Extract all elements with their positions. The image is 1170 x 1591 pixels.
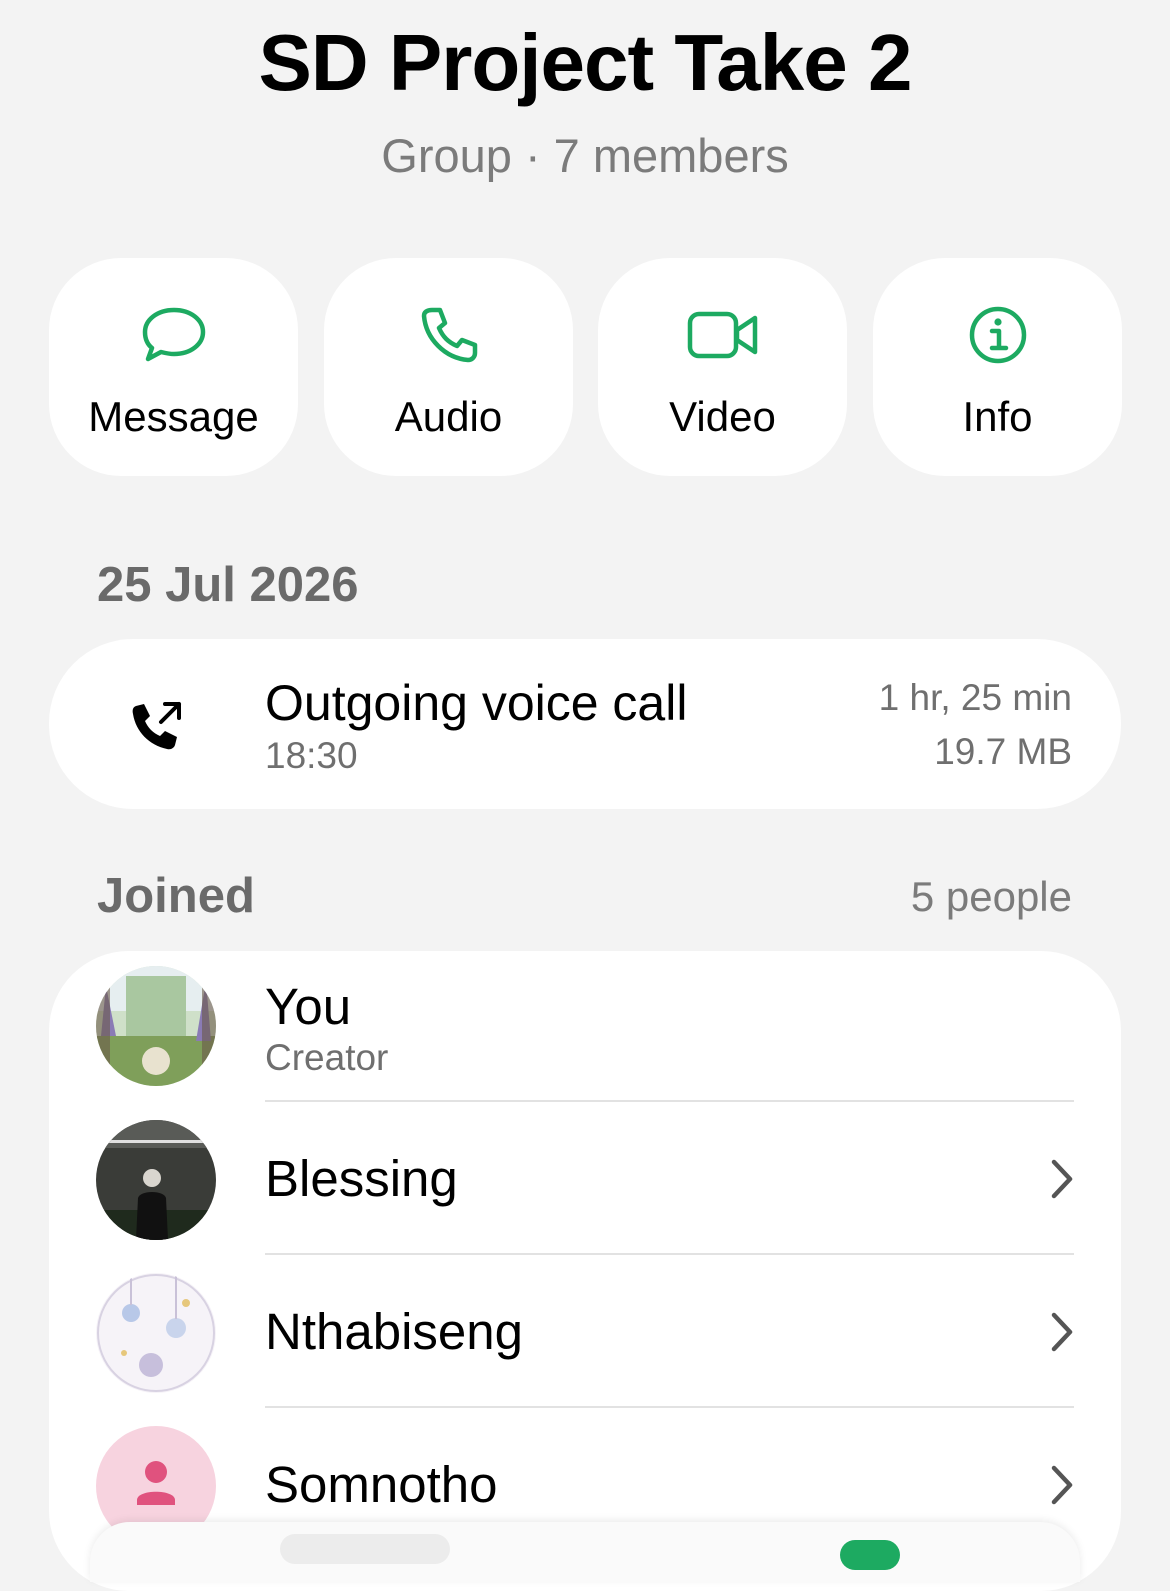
member-role: Creator: [265, 1037, 389, 1078]
group-member-count: Group · 7 members: [381, 129, 789, 182]
audio-button-label: Audio: [394, 393, 503, 440]
call-time: 18:30: [265, 735, 358, 776]
call-data-size: 19.7 MB: [934, 731, 1072, 772]
action-buttons: Message Audio Video Info: [49, 258, 1122, 476]
joined-count: 5 people: [910, 873, 1072, 920]
phone-icon: [324, 304, 573, 366]
tab-indicator: [280, 1534, 450, 1564]
avatar: [96, 966, 216, 1086]
avatar: [96, 1273, 216, 1393]
page-title: SD Project Take 2: [258, 18, 913, 107]
chevron-right-icon: [1049, 1464, 1075, 1506]
member-name: Nthabiseng: [265, 1303, 524, 1360]
joined-section-title: Joined: [97, 869, 255, 923]
info-icon: [873, 304, 1122, 366]
call-date-header: 25 Jul 2026: [97, 558, 359, 612]
chat-bubble-icon: [49, 304, 298, 366]
chevron-right-icon: [1049, 1158, 1075, 1200]
member-row-you: You Creator: [49, 951, 1121, 1102]
member-row-nthabiseng[interactable]: Nthabiseng: [49, 1255, 1121, 1408]
video-camera-icon: [598, 304, 847, 366]
member-row-blessing[interactable]: Blessing: [49, 1102, 1121, 1255]
message-button[interactable]: Message: [49, 258, 298, 476]
message-button-label: Message: [88, 393, 259, 440]
bottom-tab-bar[interactable]: [90, 1522, 1080, 1582]
chevron-right-icon: [1049, 1311, 1075, 1353]
outgoing-call-icon: [127, 696, 187, 756]
info-button-label: Info: [962, 393, 1033, 440]
member-name: Blessing: [265, 1150, 458, 1207]
member-name: You: [265, 978, 352, 1035]
active-tab-indicator: [840, 1540, 900, 1570]
joined-members-list: You Creator Blessing Nthabiseng Somnotho: [49, 951, 1121, 1591]
call-log-entry: Outgoing voice call 18:30 1 hr, 25 min 1…: [49, 639, 1121, 809]
group-info-button[interactable]: Info: [873, 258, 1122, 476]
member-name: Somnotho: [265, 1456, 498, 1513]
call-duration: 1 hr, 25 min: [878, 677, 1072, 718]
avatar: [96, 1120, 216, 1240]
video-call-button[interactable]: Video: [598, 258, 847, 476]
audio-call-button[interactable]: Audio: [324, 258, 573, 476]
video-button-label: Video: [669, 393, 776, 440]
call-type: Outgoing voice call: [265, 675, 688, 731]
